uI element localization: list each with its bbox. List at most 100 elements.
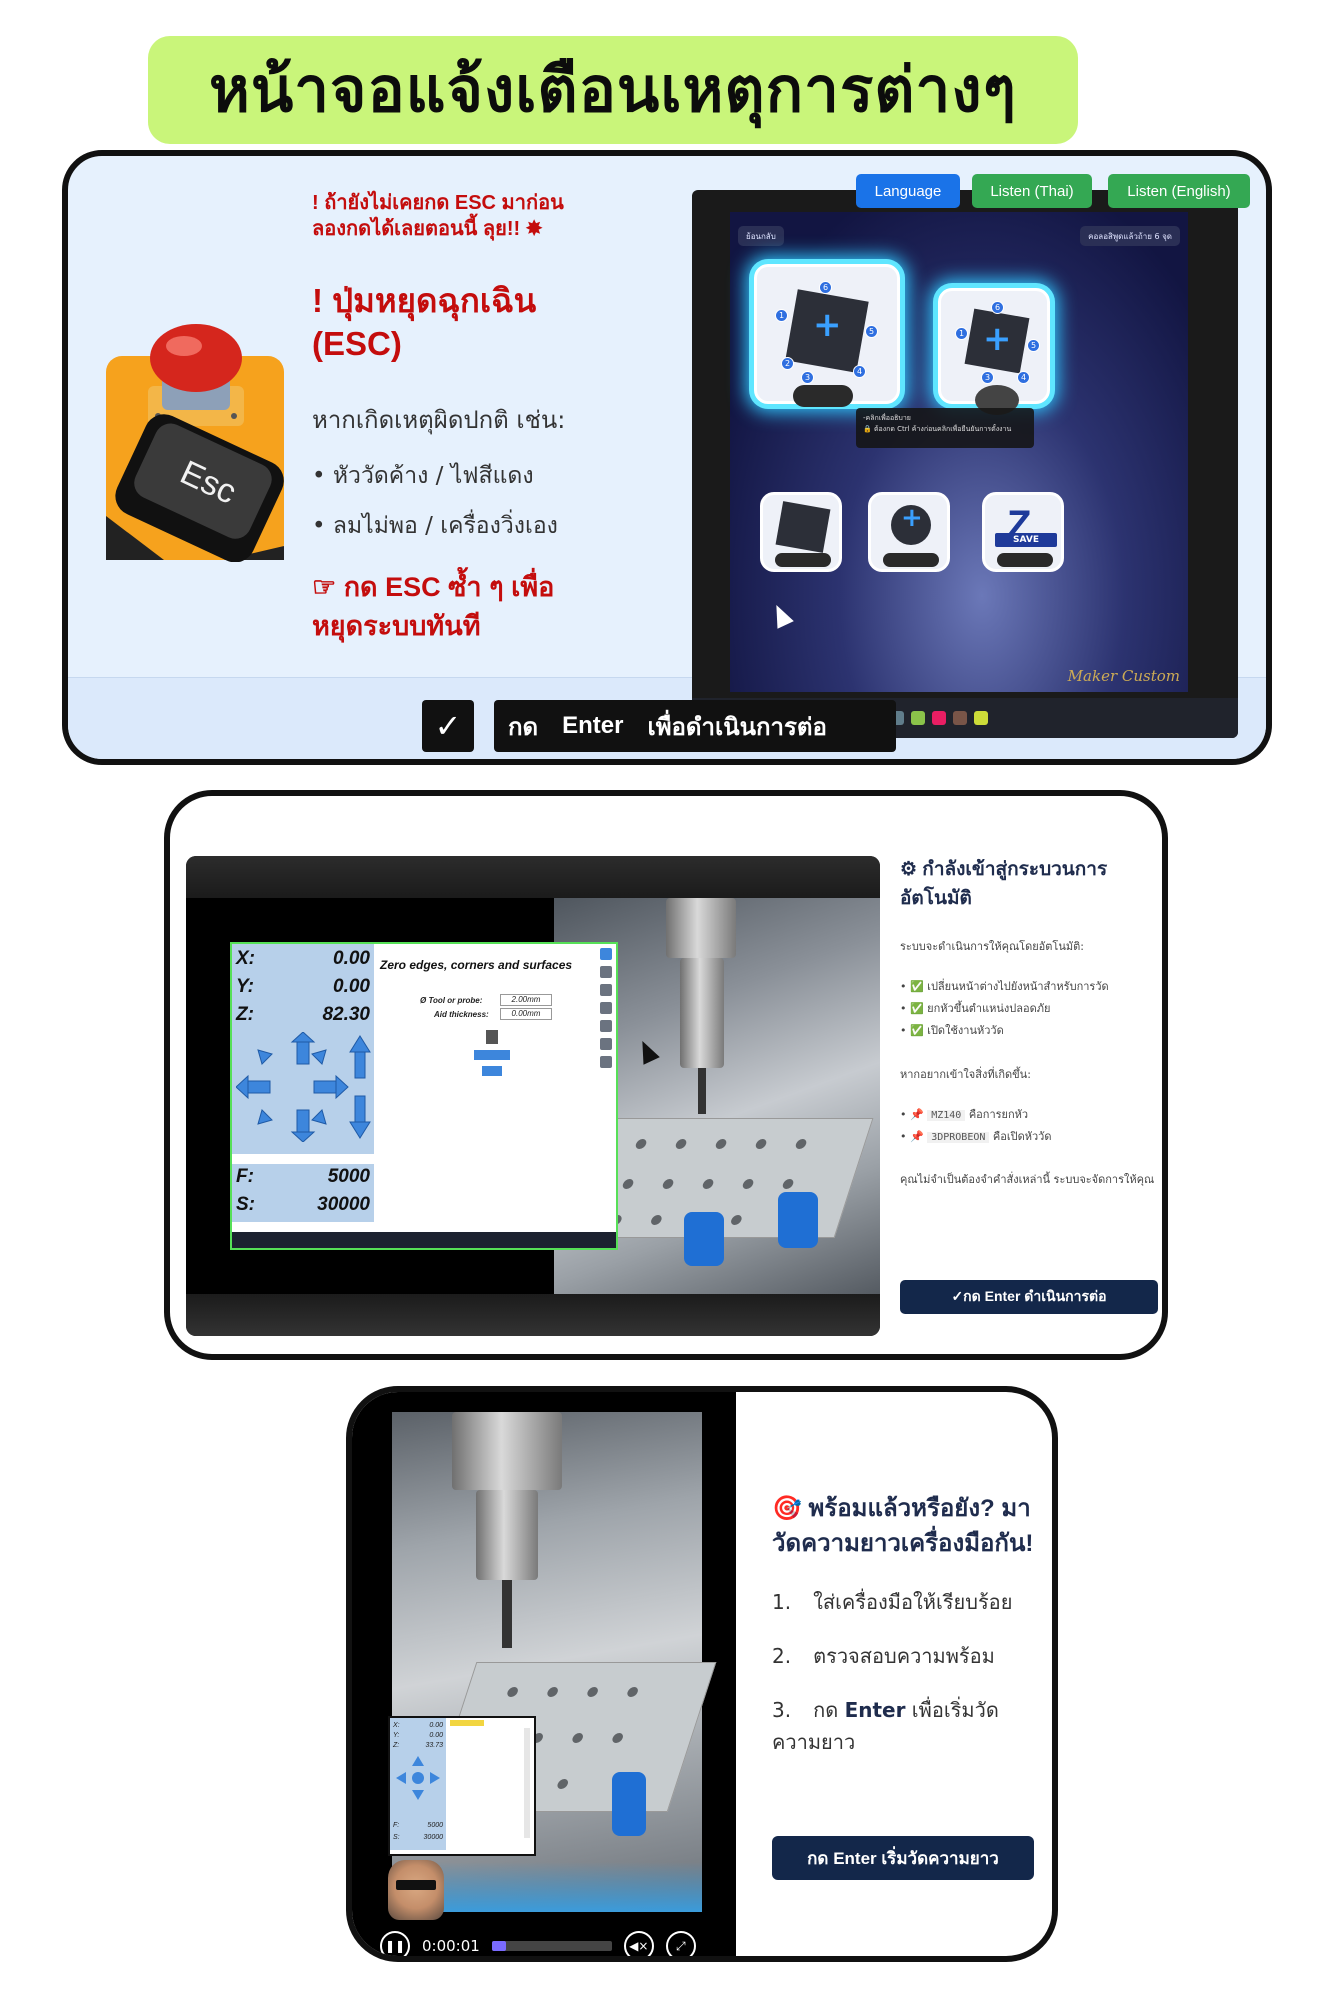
emergency-stop-esc-icon: Esc [106,324,284,562]
controller-card-3[interactable] [760,492,842,572]
plus-icon: + [983,319,1012,359]
tool-label: Ø Tool or probe: [420,996,483,1005]
esc-press-line-1: ☞ กด ESC ซ้ำ ๆ เพื่อ [312,572,555,602]
aid-input[interactable]: 0.00mm [500,1008,552,1020]
spindle-speed: S: 30000 [393,1834,443,1841]
esc-alert-panel: Esc ! ถ้ายังไม่เคยกด ESC มาก่อน ลองกดได้… [62,150,1272,765]
list-item: 2. ตรวจสอบความพร้อม [772,1643,995,1668]
screen-recording-video[interactable]: X: 0.00 Y: 0.00 Z: 82.30 F: 5000 S: 3000… [186,856,880,1336]
gamepad-icon [793,385,853,407]
probe-tip [502,1580,512,1648]
video-controls: ❚❚ 0:00:01 ◀× ⤢ [352,1924,736,1956]
app-icon[interactable] [911,711,925,725]
esc-cases-list: • หัววัดค้าง / ไฟสีแดง • ลมไม่พอ / เครื่… [312,458,558,558]
enter-key-label: Enter [844,1697,906,1722]
point-icon: 6 [991,301,1004,314]
dro-panel: X: 0.00 Y: 0.00 Z: 82.30 F: 5000 S: 3000… [232,944,374,1222]
auto-process-title: ⚙ กำลังเข้าสู่กระบวนการอัตโนมัติ [900,859,1108,909]
presenter-avatar [388,1860,444,1920]
list-item: • ลมไม่พอ / เครื่องวิ่งเอง [312,513,558,539]
gamepad-icon [883,553,939,567]
page-title: หน้าจอแจ้งเตือนเหตุการต่างๆ [209,53,1017,126]
controller-card-2[interactable]: + 6 1 5 3 4 [938,288,1050,415]
video-progress-bar[interactable] [491,1941,612,1951]
check-icon: ✓ [422,700,474,752]
probe-panel-title: Zero edges, corners and surfaces [380,958,573,972]
auto-note: คุณไม่จำเป็นต้องจำคำสั่งเหล่านี้ ระบบจะจ… [900,1173,1155,1186]
air-fitting [778,1192,818,1248]
dro-z: Z: 33.73 [393,1742,443,1749]
controller-card-1[interactable]: + 6 1 5 2 3 4 [754,264,900,407]
video-progress-fill [491,1941,507,1951]
point-icon: 5 [865,325,878,338]
mach3-window: X: 0.00 Y: 0.00 Z: 82.30 F: 5000 S: 3000… [230,942,618,1250]
spindle-speed: S: 30000 [236,1194,370,1215]
esc-title: ! ปุ่มหยุดฉุกเฉิน (ESC) [312,280,612,366]
tool-length-info: 🎯 พร้อมแล้วหรือยัง? มาวัดความยาวเครื่องม… [772,1492,1044,1780]
controller-card-4[interactable]: + [868,492,950,572]
app-screenshot: ย้อนกลับ คอลอสิพูดแล้วถ้าย 6 จุด + 6 1 5… [692,190,1238,738]
gamepad-icon [997,553,1053,567]
air-fitting [684,1212,724,1266]
auto-process-info: ⚙ กำลังเข้าสู่กระบวนการอัตโนมัติ ระบบจะด… [900,856,1162,1189]
mouse-cursor-icon [768,601,794,629]
point-icon: 4 [853,365,866,378]
dro-x: X: 0.00 [393,1722,443,1729]
start-measure-button[interactable]: กด Enter เริ่มวัดความยาว [772,1836,1034,1880]
aid-label: Aid thickness: [434,1010,489,1019]
enter-key-label: Enter [562,712,624,739]
app-icon[interactable] [974,711,988,725]
auto-actions-list: • ✅ เปลี่ยนหน้าต่างไปยังหน้าสำหรับการวัด… [900,977,1162,1039]
pin-icon: 📌 [910,1130,924,1143]
back-button[interactable]: ย้อนกลับ [738,226,784,246]
video-time: 0:00:01 [422,1937,480,1955]
esc-title-line-2: (ESC) [312,324,402,362]
fullscreen-icon[interactable]: ⤢ [665,1931,696,1956]
pause-icon[interactable]: ❚❚ [380,1931,410,1956]
list-item: • ✅ เปิดใช้งานหัววัด [900,1024,1004,1037]
maker-logo: Maker Custom [1067,667,1180,685]
dro-x: X: 0.00 [236,948,370,969]
probe-tip [698,1068,706,1114]
list-item: • ✅ ยกหัวขึ้นตำแหน่งปลอดภัย [900,1002,1051,1015]
air-fitting [612,1772,646,1836]
listen-english-button[interactable]: Listen (English) [1108,174,1250,208]
enter-continue-button[interactable]: ✓กด Enter ดำเนินการต่อ [900,1280,1158,1314]
enter-continue-bar[interactable]: กด Enter เพื่อดำเนินการต่อ [494,700,896,752]
tooltip: -คลิกเพื่ออธิบาย 🔒 ต้องกด Ctrl ค้างก่อนค… [856,408,1034,448]
dro-y: Y: 0.00 [393,1732,443,1739]
esc-press-line-2: หยุดระบบทันที [312,611,481,642]
listen-thai-button[interactable]: Listen (Thai) [972,174,1092,208]
point-icon: 4 [1017,371,1030,384]
top-right-label: คอลอสิพูดแล้วถ้าย 6 จุด [1080,226,1180,246]
mini-mach3-window: X: 0.00 Y: 0.00 Z: 33.73 F: 5000 S: 30000 [388,1716,536,1856]
feed-rate: F: 5000 [393,1822,443,1829]
auto-intro: ระบบจะดำเนินการให้คุณโดยอัตโนมัติ: [900,940,1084,953]
point-icon: 3 [801,371,814,384]
esc-press-instruction: ☞ กด ESC ซ้ำ ๆ เพื่อ หยุดระบบทันที [312,568,632,646]
esc-title-line-1: ! ปุ่มหยุดฉุกเฉิน [312,282,537,319]
command-code: 3DPROBEON [927,1132,990,1143]
language-button[interactable]: Language [856,174,960,208]
plus-icon: + [901,503,923,533]
auto-process-panel: X: 0.00 Y: 0.00 Z: 82.30 F: 5000 S: 3000… [164,790,1168,1360]
point-icon: 2 [781,357,794,370]
list-item: • 📌 MZ140 คือการยกหัว [900,1108,1029,1121]
controller-setup-screen: ย้อนกลับ คอลอสิพูดแล้วถ้าย 6 จุด + 6 1 5… [730,212,1188,692]
app-icon[interactable] [953,711,967,725]
tool-length-title: 🎯 พร้อมแล้วหรือยัง? มาวัดความยาวเครื่องม… [772,1495,1034,1557]
jog-arrows-icon[interactable] [236,1032,372,1142]
list-item: • 📌 3DPROBEON คือเปิดหัววัด [900,1130,1052,1143]
esc-hint-line-2: ลองกดได้เลยตอนนี้ ลุย!! ✸ [312,218,543,240]
tool-input[interactable]: 2.00mm [500,994,552,1006]
windows-taskbar [232,1232,616,1248]
mute-icon[interactable]: ◀× [623,1931,654,1956]
save-card[interactable]: Z SAVE [982,492,1064,572]
continue-label: เพื่อดำเนินการต่อ [647,713,827,741]
feed-rate: F: 5000 [236,1166,370,1187]
measure-video[interactable]: X: 0.00 Y: 0.00 Z: 33.73 F: 5000 S: 30000 ❚❚ … [352,1392,736,1956]
app-icon[interactable] [932,711,946,725]
jog-arrows-icon [396,1756,440,1800]
esc-hint-line-1: ! ถ้ายังไม่เคยกด ESC มาก่อน [312,192,564,214]
point-icon: 5 [1027,339,1040,352]
